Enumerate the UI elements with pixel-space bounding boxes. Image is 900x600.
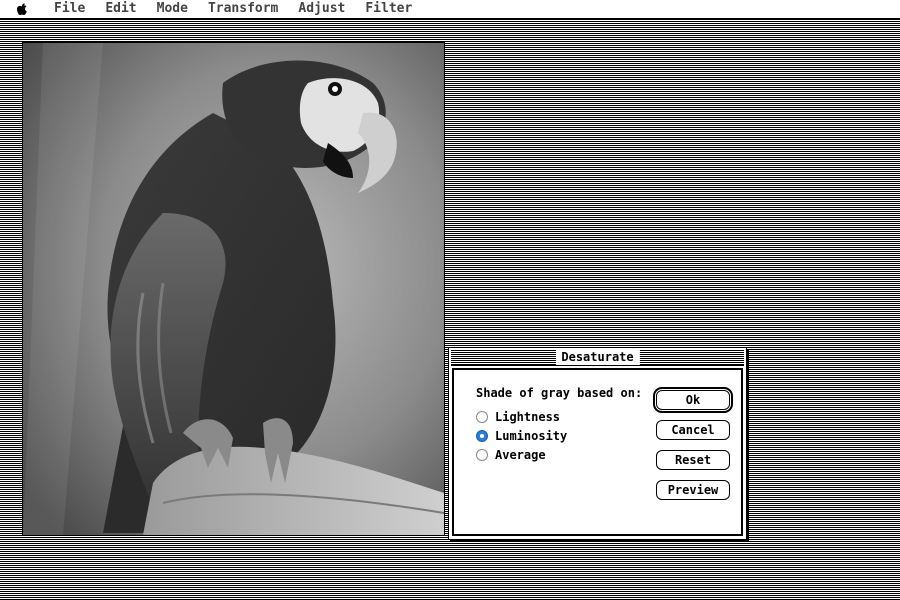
menu-filter[interactable]: Filter xyxy=(355,0,422,18)
menu-transform[interactable]: Transform xyxy=(198,0,288,18)
dialog-body: Shade of gray based on: Lightness Lumino… xyxy=(452,368,743,536)
ok-button[interactable]: Ok xyxy=(653,387,733,413)
menu-bar: File Edit Mode Transform Adjust Filter xyxy=(0,0,900,19)
reset-button[interactable]: Reset xyxy=(656,450,730,470)
radio-lightness-label: Lightness xyxy=(495,410,561,424)
cancel-button[interactable]: Cancel xyxy=(656,420,730,440)
radio-selected-icon[interactable] xyxy=(476,430,488,442)
desaturate-dialog: Desaturate Shade of gray based on: Light… xyxy=(448,347,747,540)
radio-unselected-icon[interactable] xyxy=(476,449,488,461)
menu-file[interactable]: File xyxy=(44,0,95,18)
radio-unselected-icon[interactable] xyxy=(476,411,488,423)
apple-logo-icon[interactable] xyxy=(14,1,30,17)
dialog-titlebar[interactable]: Desaturate xyxy=(451,349,744,366)
radio-average-label: Average xyxy=(495,448,546,462)
menu-edit[interactable]: Edit xyxy=(95,0,146,18)
radio-luminosity[interactable]: Luminosity xyxy=(476,429,567,443)
macaw-photo-icon xyxy=(23,43,444,535)
radio-luminosity-label: Luminosity xyxy=(495,429,568,443)
radio-average[interactable]: Average xyxy=(476,448,546,462)
menu-mode[interactable]: Mode xyxy=(147,0,198,18)
preview-button[interactable]: Preview xyxy=(656,480,730,500)
radio-lightness[interactable]: Lightness xyxy=(476,410,560,424)
gray-basis-label: Shade of gray based on: xyxy=(476,386,643,400)
document-image-canvas[interactable] xyxy=(22,42,445,536)
menu-adjust[interactable]: Adjust xyxy=(288,0,355,18)
dialog-title: Desaturate xyxy=(555,349,640,365)
